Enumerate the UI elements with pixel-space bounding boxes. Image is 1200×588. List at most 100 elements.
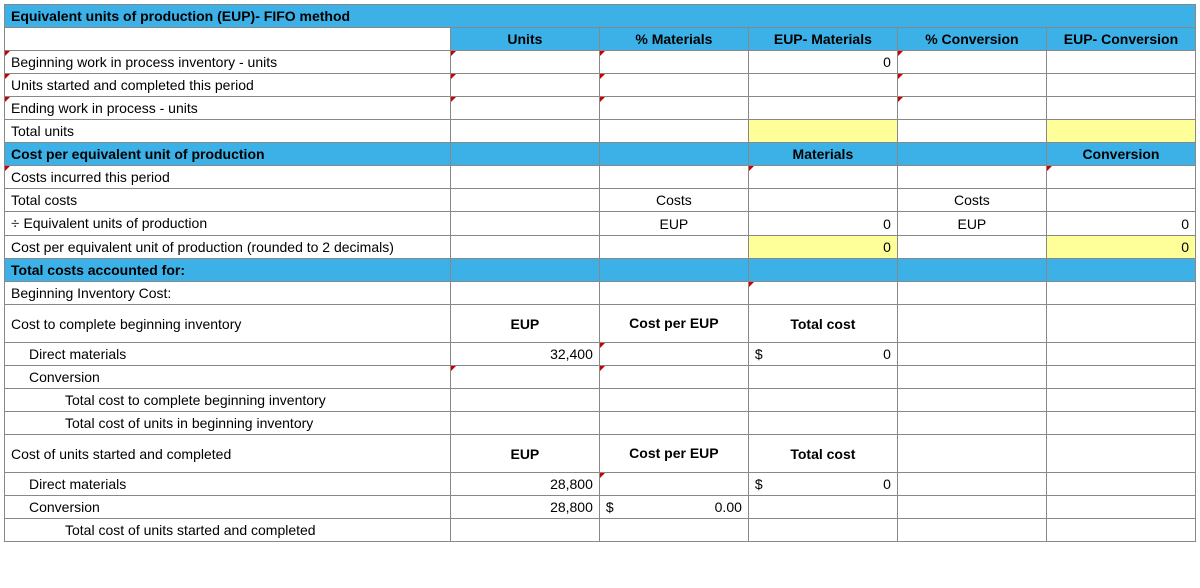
row-total-costs: Total costs [5,189,451,212]
blank-cell [1046,412,1195,435]
value-cell [748,366,897,389]
row-cost-per-eup-hdr: Cost per equivalent unit of production [5,143,451,166]
blank-cell [599,519,748,542]
input-cell[interactable] [599,51,748,74]
table-row: Total costs Costs Costs [5,189,1196,212]
blank-cell [450,189,599,212]
header-pct-conversion: % Conversion [897,28,1046,51]
input-cell[interactable] [1046,166,1195,189]
value-cell: 0 [1046,212,1195,236]
row-costs-incurred[interactable]: Costs incurred this period [5,166,451,189]
blank-cell [748,259,897,282]
row-beg-wip[interactable]: Beginning work in process inventory - un… [5,51,451,74]
title-row: Equivalent units of production (EUP)- FI… [5,5,1196,28]
blank-cell [1046,343,1195,366]
value-cell: $0.00 [599,496,748,519]
dollar-sign: $ [606,499,614,515]
table-row: Total cost of units started and complete… [5,519,1196,542]
value-cell: 28,800 [450,473,599,496]
label-cost-per-eup: Cost per EUP [599,435,748,473]
table-row: Direct materials 32,400 $0 [5,343,1196,366]
blank-cell [450,166,599,189]
table-row: Total cost to complete beginning invento… [5,389,1196,412]
blank-cell [1046,259,1195,282]
row-cost-per-eup-round: Cost per equivalent unit of production (… [5,236,451,259]
input-cell[interactable] [450,97,599,120]
value-amount: 0 [883,476,891,492]
table-row: Cost of units started and completed EUP … [5,435,1196,473]
blank-cell [897,366,1046,389]
value-cell [897,120,1046,143]
blank-cell [897,496,1046,519]
input-cell[interactable] [450,51,599,74]
value-cell: 28,800 [450,496,599,519]
input-cell[interactable] [748,282,897,305]
blank-cell [1046,496,1195,519]
blank-cell [599,259,748,282]
blank-cell [450,282,599,305]
value-cell: $0 [748,343,897,366]
label-total-cost: Total cost [748,435,897,473]
table-row: Conversion [5,366,1196,389]
label-eup: EUP [897,212,1046,236]
label-eup: EUP [450,435,599,473]
blank-cell [599,236,748,259]
table-row: Cost per equivalent unit of production (… [5,236,1196,259]
blank-cell [1046,389,1195,412]
value-cell [1046,74,1195,97]
blank-cell [897,519,1046,542]
value-cell: 32,400 [450,343,599,366]
input-cell[interactable] [599,473,748,496]
input-cell[interactable] [599,97,748,120]
blank-cell [1046,435,1195,473]
input-cell[interactable] [897,51,1046,74]
value-cell [1046,189,1195,212]
value-cell: 0 [1046,236,1195,259]
value-amount: 0 [883,346,891,362]
blank-cell [897,166,1046,189]
table-row: Conversion 28,800 $0.00 [5,496,1196,519]
blank-cell [1046,473,1195,496]
blank-cell [599,412,748,435]
row-direct-materials-sc: Direct materials [5,473,451,496]
input-cell[interactable] [450,74,599,97]
value-amount: 0.00 [715,499,742,515]
table-row: Total units [5,120,1196,143]
value-cell [748,97,897,120]
blank-cell [599,389,748,412]
label-eup: EUP [450,305,599,343]
blank-cell [450,259,599,282]
value-cell [748,412,897,435]
header-blank [5,28,451,51]
input-cell[interactable] [897,74,1046,97]
input-cell[interactable] [599,366,748,389]
value-cell [748,389,897,412]
input-cell[interactable] [897,97,1046,120]
blank-cell [450,519,599,542]
row-total-complete-beg: Total cost to complete beginning invento… [5,389,451,412]
row-conversion-sc: Conversion [5,496,451,519]
blank-cell [897,305,1046,343]
input-cell[interactable] [599,343,748,366]
row-conversion: Conversion [5,366,451,389]
dollar-sign: $ [755,346,763,362]
blank-cell [897,236,1046,259]
table-row: Costs incurred this period [5,166,1196,189]
blank-cell [450,236,599,259]
blank-cell [1046,366,1195,389]
row-beg-inv-cost: Beginning Inventory Cost: [5,282,451,305]
blank-cell [897,412,1046,435]
input-cell[interactable] [748,166,897,189]
input-cell[interactable] [450,366,599,389]
row-cost-complete-beg: Cost to complete beginning inventory [5,305,451,343]
value-cell: 0 [748,51,897,74]
header-row: Units % Materials EUP- Materials % Conve… [5,28,1196,51]
page-title: Equivalent units of production (EUP)- FI… [5,5,1196,28]
row-end-wip[interactable]: Ending work in process - units [5,97,451,120]
blank-cell [897,435,1046,473]
value-cell [748,74,897,97]
table-row: Total costs accounted for: [5,259,1196,282]
input-cell[interactable] [599,74,748,97]
value-cell [748,519,897,542]
row-started-completed[interactable]: Units started and completed this period [5,74,451,97]
